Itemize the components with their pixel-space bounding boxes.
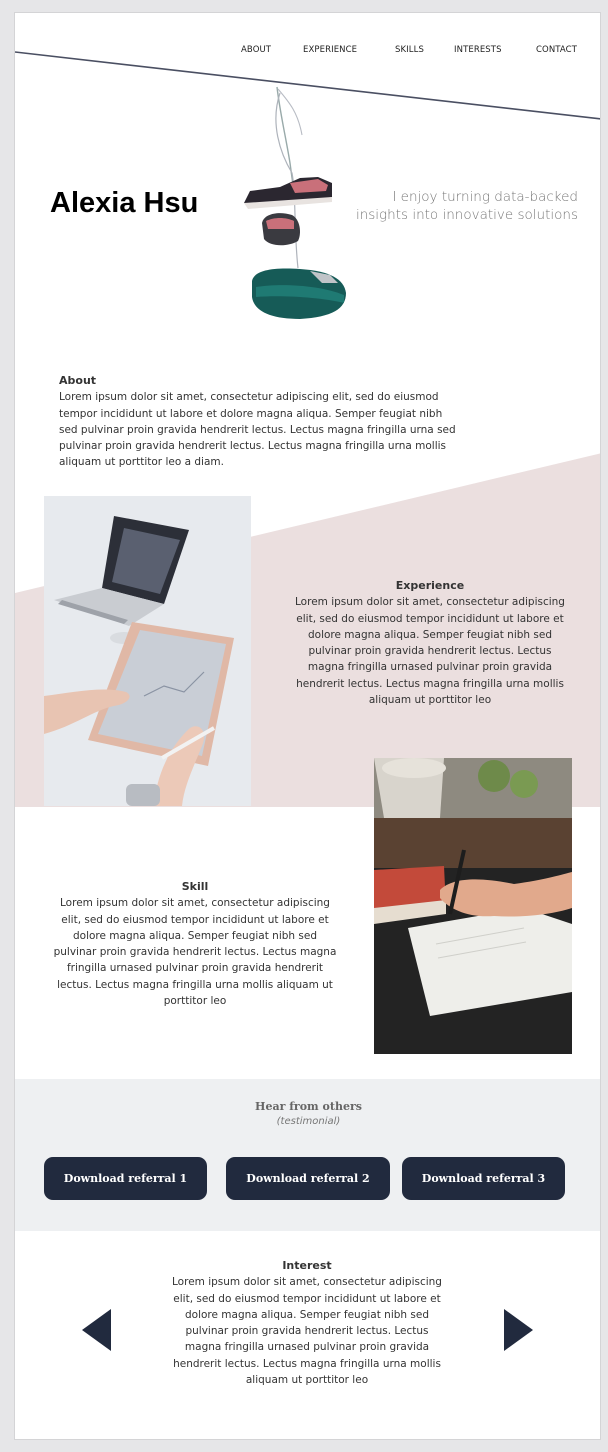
skill-section: Skill Lorem ipsum dolor sit amet, consec… [51, 879, 339, 1009]
nav-interests[interactable]: INTERESTS [454, 45, 502, 55]
download-referral-3-button[interactable]: Download referral 3 [402, 1157, 565, 1200]
interest-section: Interest Lorem ipsum dolor sit amet, con… [167, 1258, 447, 1388]
nav-experience[interactable]: EXPERIENCE [303, 45, 357, 55]
nav-contact[interactable]: CONTACT [536, 45, 577, 55]
about-title: About [59, 374, 97, 387]
nav-about[interactable]: ABOUT [241, 45, 271, 55]
writing-notebook-photo [374, 758, 572, 1054]
hero-name: Alexia Hsu [50, 187, 199, 219]
download-referral-2-button[interactable]: Download referral 2 [226, 1157, 390, 1200]
skill-title: Skill [181, 880, 209, 893]
interest-text: Lorem ipsum dolor sit amet, consectetur … [172, 1276, 442, 1387]
experience-text: Lorem ipsum dolor sit amet, consectetur … [295, 596, 565, 707]
testimonial-subtitle: (testimonial) [276, 1116, 341, 1127]
testimonial-title: Hear from others [255, 1100, 362, 1113]
triangle-right-icon[interactable] [504, 1309, 534, 1351]
top-nav: ABOUT EXPERIENCE SKILLS INTERESTS CONTAC… [15, 45, 600, 59]
laptop-tablet-photo [44, 496, 251, 806]
experience-section: Experience Lorem ipsum dolor sit amet, c… [290, 578, 570, 708]
nav-skills[interactable]: SKILLS [395, 45, 424, 55]
experience-title: Experience [395, 579, 465, 592]
interest-title: Interest [282, 1259, 332, 1272]
triangle-left-icon[interactable] [82, 1309, 112, 1351]
portfolio-page: ABOUT EXPERIENCE SKILLS INTERESTS CONTAC… [14, 12, 601, 1440]
hero-tagline: I enjoy turning data-backed insights int… [355, 189, 578, 223]
download-referral-1-button[interactable]: Download referral 1 [44, 1157, 207, 1200]
testimonial-section: Hear from others (testimonial) Download … [15, 1079, 600, 1231]
skill-text: Lorem ipsum dolor sit amet, consectetur … [53, 897, 337, 1008]
